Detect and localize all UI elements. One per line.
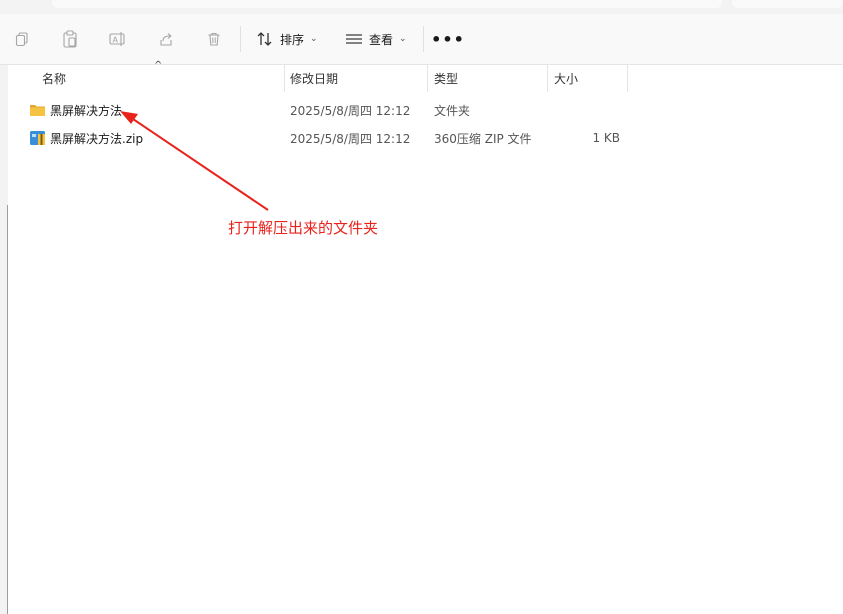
annotation-arrow: [120, 111, 269, 211]
sort-label: 排序: [280, 32, 305, 47]
zip-archive-icon: [30, 131, 45, 145]
command-bar: A 排序 ⌄ 查看 ⌄ •••: [0, 14, 843, 65]
column-divider[interactable]: [547, 65, 548, 92]
pane-divider[interactable]: [7, 205, 8, 614]
annotation-text: 打开解压出来的文件夹: [228, 219, 379, 237]
toolbar-divider: [423, 26, 424, 52]
column-header-size[interactable]: 大小: [554, 65, 578, 92]
search-box[interactable]: [732, 0, 843, 8]
column-header-type[interactable]: 类型: [434, 65, 458, 92]
chevron-down-icon: ⌄: [310, 34, 318, 44]
column-divider[interactable]: [627, 65, 628, 92]
file-size: [570, 97, 620, 123]
chevron-down-icon: ⌄: [399, 34, 407, 44]
file-type: 360压缩 ZIP 文件: [434, 131, 532, 146]
folder-icon: [30, 105, 45, 116]
more-icon: •••: [431, 29, 465, 49]
toolbar-divider: [240, 26, 241, 52]
title-strip: [0, 0, 843, 14]
file-modified: 2025/5/8/周四 12:12: [290, 103, 411, 118]
sort-icon: [257, 32, 272, 46]
file-modified: 2025/5/8/周四 12:12: [290, 131, 411, 146]
svg-text:A: A: [113, 36, 119, 45]
file-name: 黑屏解决方法.zip: [50, 131, 144, 146]
file-row-folder[interactable]: 黑屏解决方法 2025/5/8/周四 12:12 文件夹: [12, 97, 622, 123]
rename-icon[interactable]: A: [106, 27, 130, 51]
address-bar[interactable]: [52, 0, 722, 8]
sort-ascending-indicator-icon: ^: [154, 60, 163, 71]
column-header-name[interactable]: 名称: [42, 65, 66, 92]
view-label: 查看: [369, 32, 394, 47]
column-divider[interactable]: [284, 65, 285, 92]
column-header-modified[interactable]: 修改日期: [290, 65, 338, 92]
share-icon[interactable]: [154, 27, 178, 51]
copy-icon[interactable]: [10, 27, 34, 51]
view-list-icon: [346, 34, 362, 44]
file-size: 1 KB: [592, 131, 620, 145]
navigation-pane-edge: [0, 65, 8, 614]
file-row-zip[interactable]: 黑屏解决方法.zip 2025/5/8/周四 12:12 360压缩 ZIP 文…: [12, 125, 622, 151]
paste-icon[interactable]: [58, 27, 82, 51]
view-button[interactable]: 查看 ⌄: [345, 26, 407, 52]
more-options-button[interactable]: •••: [431, 27, 464, 51]
sort-button[interactable]: 排序 ⌄: [256, 26, 318, 52]
file-type: 文件夹: [434, 103, 471, 118]
delete-icon[interactable]: [202, 27, 226, 51]
column-divider[interactable]: [427, 65, 428, 92]
file-name: 黑屏解决方法: [50, 103, 123, 118]
